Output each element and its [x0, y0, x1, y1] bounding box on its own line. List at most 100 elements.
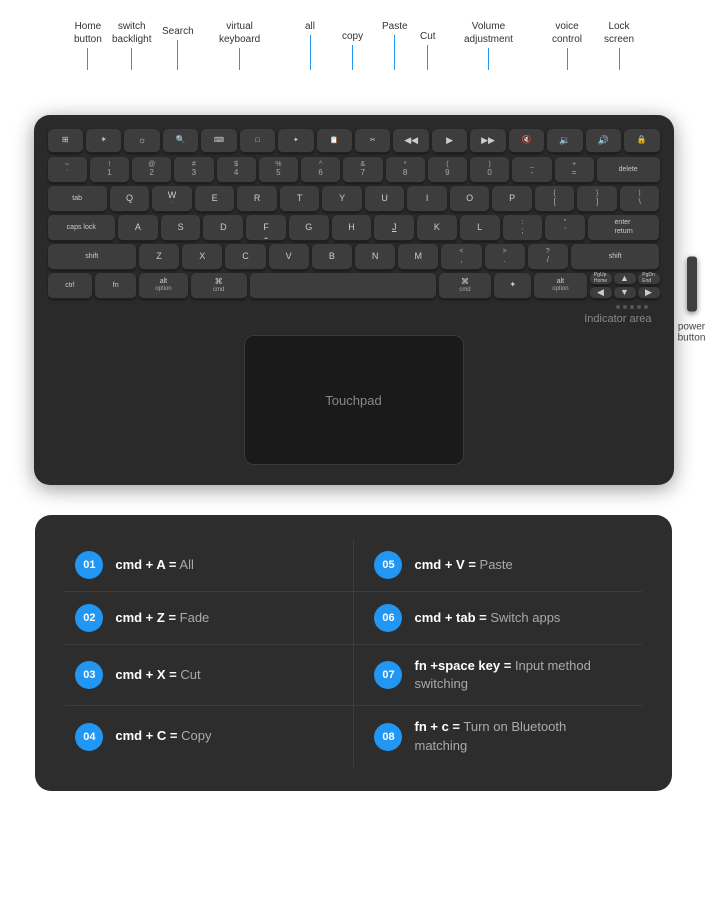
shortcut-01-text: cmd + A = All [115, 556, 194, 574]
key-tab[interactable]: tab [48, 186, 107, 212]
key-next[interactable]: ▶▶ [470, 129, 505, 153]
key-e[interactable]: E [195, 186, 235, 212]
badge-02: 02 [75, 604, 103, 632]
key-n[interactable]: N [355, 244, 395, 270]
key-o[interactable]: O [450, 186, 490, 212]
key-b[interactable]: B [312, 244, 352, 270]
key-cut[interactable]: ✂ [355, 129, 390, 153]
key-lock[interactable]: 🔒 [624, 129, 659, 153]
label-all: all [305, 20, 315, 70]
key-backslash[interactable]: |\ [620, 186, 660, 212]
key-enter[interactable]: enterreturn [588, 215, 660, 241]
key-r[interactable]: R [237, 186, 277, 212]
key-right-shift[interactable]: shift [571, 244, 659, 270]
key-semicolon[interactable]: :; [503, 215, 543, 241]
key-virtual-kb[interactable]: ⌨ [201, 129, 236, 153]
key-left-shift[interactable]: shift [48, 244, 136, 270]
key-5[interactable]: %5 [259, 157, 298, 183]
power-button[interactable] [687, 257, 697, 312]
key-c[interactable]: C◌◌ [225, 244, 265, 270]
key-paste[interactable]: 📋 [317, 129, 352, 153]
key-y[interactable]: Y [322, 186, 362, 212]
key-down[interactable]: ▼ [614, 287, 636, 299]
key-space[interactable] [250, 273, 436, 299]
label-home-button: Homebutton [74, 20, 102, 70]
key-x[interactable]: X [182, 244, 222, 270]
key-pgup[interactable]: PgUpHome [590, 273, 612, 285]
key-delete[interactable]: delete [597, 157, 660, 183]
key-s[interactable]: S [161, 215, 201, 241]
key-up[interactable]: ▲ [614, 273, 636, 285]
key-2[interactable]: @2 [132, 157, 171, 183]
key-backlight-off[interactable]: ✶ [86, 129, 121, 153]
key-right[interactable]: ▶ [638, 287, 660, 299]
key-left-cmd[interactable]: ⌘cmd [191, 273, 247, 299]
key-left-alt[interactable]: altoption [139, 273, 187, 299]
shortcut-02-text: cmd + Z = Fade [115, 609, 209, 627]
key-slash[interactable]: ?/ [528, 244, 568, 270]
key-w[interactable]: W◌ [152, 186, 192, 212]
indicator-dots [616, 305, 648, 309]
touchpad[interactable]: Touchpad [244, 335, 464, 465]
key-d[interactable]: D [203, 215, 243, 241]
key-u[interactable]: U [365, 186, 405, 212]
key-rbracket[interactable]: }] [577, 186, 617, 212]
badge-01: 01 [75, 551, 103, 579]
key-z[interactable]: Z [139, 244, 179, 270]
shortcuts-panel: 01 cmd + A = All 05 cmd + V = Paste 02 c… [35, 515, 671, 791]
key-8[interactable]: *8 [386, 157, 425, 183]
power-button-label: power button [672, 322, 707, 344]
key-1[interactable]: !1 [90, 157, 129, 183]
indicator-area-label: Indicator area [584, 313, 651, 325]
key-tilde[interactable]: ~` [48, 157, 87, 183]
key-h[interactable]: H [332, 215, 372, 241]
shortcut-06-text: cmd + tab = Switch apps [414, 609, 560, 627]
key-left[interactable]: ◀ [590, 287, 612, 299]
key-lbracket[interactable]: {[ [535, 186, 575, 212]
key-plus[interactable]: += [555, 157, 594, 183]
key-vol-down[interactable]: 🔉 [547, 129, 582, 153]
key-p[interactable]: P [492, 186, 532, 212]
key-f[interactable]: F_ [246, 215, 286, 241]
key-a[interactable]: A [118, 215, 158, 241]
key-g[interactable]: G [289, 215, 329, 241]
key-m[interactable]: M [398, 244, 438, 270]
label-cut: Cut [420, 30, 436, 70]
key-l[interactable]: L [460, 215, 500, 241]
key-backlight-on[interactable]: ☼ [124, 129, 159, 153]
key-q[interactable]: Q [110, 186, 150, 212]
key-fn[interactable]: fn [95, 273, 136, 299]
key-minus[interactable]: _- [512, 157, 551, 183]
label-search: Search [162, 25, 194, 70]
key-right-alt[interactable]: altoption [534, 273, 586, 299]
key-f6[interactable]: □ [240, 129, 275, 153]
key-quote[interactable]: "' [545, 215, 585, 241]
key-caps-lock[interactable]: caps lock [48, 215, 116, 241]
key-all[interactable]: ✦ [278, 129, 313, 153]
key-prev[interactable]: ◀◀ [393, 129, 428, 153]
key-home[interactable]: ⊞ [48, 129, 83, 153]
key-7[interactable]: &7 [343, 157, 382, 183]
key-6[interactable]: ^6 [301, 157, 340, 183]
key-i[interactable]: I [407, 186, 447, 212]
key-k[interactable]: K [417, 215, 457, 241]
key-vol-up[interactable]: 🔊 [586, 129, 621, 153]
key-search[interactable]: 🔍 [163, 129, 198, 153]
label-copy: copy [342, 30, 363, 70]
key-right-cmd[interactable]: ⌘cmd [439, 273, 491, 299]
key-comma[interactable]: <, [441, 244, 481, 270]
key-play[interactable]: ▶ [432, 129, 467, 153]
key-pgdn[interactable]: PgDnEnd [638, 273, 660, 285]
key-siri[interactable]: ✦ [494, 273, 531, 299]
key-3[interactable]: #3 [174, 157, 213, 183]
key-9[interactable]: (9 [428, 157, 467, 183]
key-ctrl[interactable]: ctrl [48, 273, 93, 299]
key-0[interactable]: )0 [470, 157, 509, 183]
key-period[interactable]: >. [485, 244, 525, 270]
key-j[interactable]: J [374, 215, 414, 241]
key-mute[interactable]: 🔇 [509, 129, 544, 153]
shortcut-03: 03 cmd + X = Cut [65, 645, 353, 706]
key-4[interactable]: $4 [217, 157, 256, 183]
key-t[interactable]: T [280, 186, 320, 212]
key-v[interactable]: V [269, 244, 309, 270]
